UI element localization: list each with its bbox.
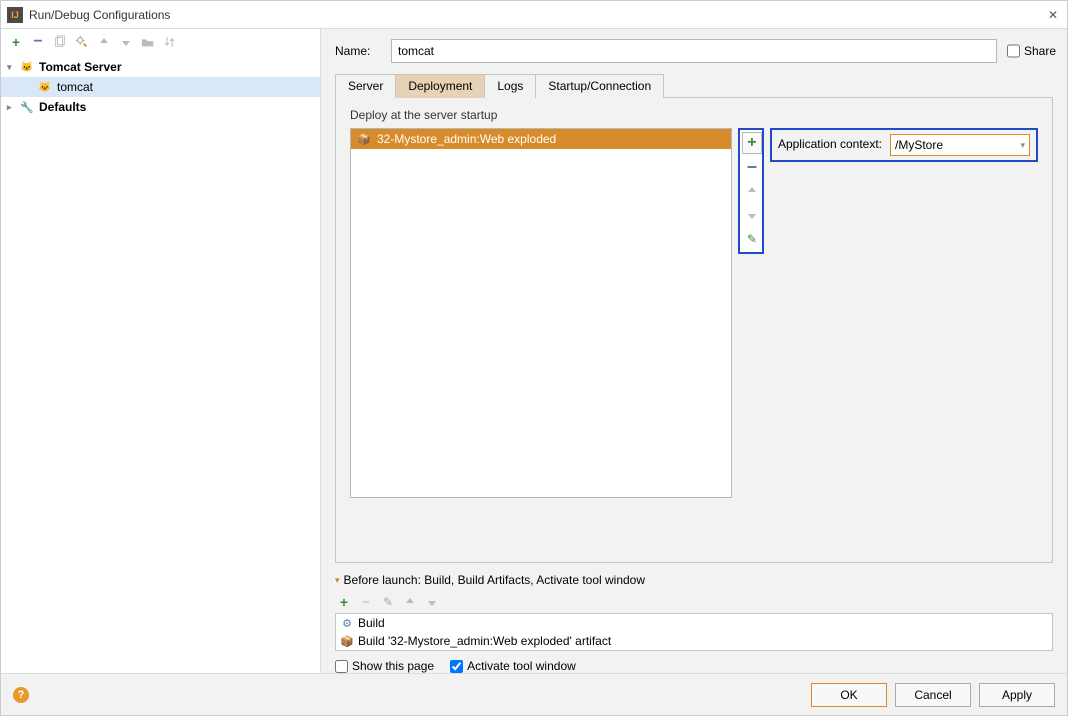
app-context-label: Application context: [778, 134, 882, 151]
bl-remove-icon[interactable]: − [357, 593, 375, 611]
show-page-checkbox[interactable]: Show this page [335, 659, 434, 673]
config-toolbar: + − [1, 29, 320, 55]
sort-icon[interactable] [161, 33, 179, 51]
tree-defaults[interactable]: ▸ Defaults [1, 97, 320, 117]
tomcat-icon [19, 62, 35, 73]
edit-artifact-icon[interactable]: ✎ [742, 228, 762, 250]
left-panel: + − ▾ Tomcat S [1, 29, 321, 673]
copy-icon[interactable] [51, 33, 69, 51]
wrench-icon [19, 101, 35, 114]
artifact-icon [357, 132, 371, 146]
options-row: Show this page Activate tool window [335, 659, 1053, 673]
share-label: Share [1024, 44, 1056, 58]
artifact-item[interactable]: 32-Mystore_admin:Web exploded [351, 129, 731, 149]
tree-defaults-label: Defaults [39, 100, 86, 114]
down-icon[interactable] [117, 33, 135, 51]
apply-button[interactable]: Apply [979, 683, 1055, 707]
artifact-down-icon[interactable] [742, 204, 762, 226]
app-context-box: Application context: /MyStore ▾ [770, 128, 1038, 162]
before-launch: ▾ Before launch: Build, Build Artifacts,… [335, 573, 1053, 673]
add-artifact-icon[interactable]: + [742, 132, 762, 154]
window-title: Run/Debug Configurations [29, 8, 1045, 22]
tab-logs[interactable]: Logs [484, 74, 536, 98]
cancel-button[interactable]: Cancel [895, 683, 971, 707]
name-input[interactable] [391, 39, 997, 63]
collapse-icon: ▸ [7, 102, 19, 113]
remove-config-icon[interactable]: − [29, 33, 47, 51]
activate-label: Activate tool window [467, 659, 576, 673]
app-context-select[interactable]: /MyStore ▾ [890, 134, 1030, 156]
expand-icon: ▾ [7, 62, 19, 73]
up-icon[interactable] [95, 33, 113, 51]
settings-icon[interactable] [73, 33, 91, 51]
chevron-down-icon: ▾ [1020, 140, 1025, 151]
ok-button[interactable]: OK [811, 683, 887, 707]
artifact-icon [340, 634, 354, 648]
main: + − ▾ Tomcat S [1, 29, 1067, 673]
activate-checkbox[interactable]: Activate tool window [450, 659, 576, 673]
name-label: Name: [335, 44, 381, 58]
list-item[interactable]: Build [336, 614, 1052, 632]
before-launch-toolbar: + − ✎ [335, 591, 1053, 613]
artifact-toolbar: + − ✎ [738, 128, 764, 254]
tree-tomcat-server[interactable]: ▾ Tomcat Server [1, 57, 320, 77]
deploy-row: 32-Mystore_admin:Web exploded + − ✎ Appl… [350, 128, 1038, 552]
tabs: Server Deployment Logs Startup/Connectio… [335, 73, 1053, 98]
tab-content: Deploy at the server startup 32-Mystore_… [335, 98, 1053, 563]
bottom-bar: ? OK Cancel Apply [1, 673, 1067, 715]
artifact-item-label: 32-Mystore_admin:Web exploded [377, 132, 556, 146]
before-launch-header[interactable]: ▾ Before launch: Build, Build Artifacts,… [335, 573, 1053, 587]
help-icon[interactable]: ? [13, 687, 29, 703]
share-checkbox-input[interactable] [1007, 44, 1020, 58]
artifact-up-icon[interactable] [742, 180, 762, 202]
before-launch-list: Build Build '32-Mystore_admin:Web explod… [335, 613, 1053, 651]
remove-artifact-icon[interactable]: − [742, 156, 762, 178]
bl-add-icon[interactable]: + [335, 593, 353, 611]
app-icon: IJ [7, 7, 23, 23]
show-page-label: Show this page [352, 659, 434, 673]
deploy-label: Deploy at the server startup [350, 108, 1038, 122]
tree-tomcat-label: Tomcat Server [39, 60, 121, 74]
show-page-input[interactable] [335, 660, 348, 673]
tree-tomcat-child[interactable]: tomcat [1, 77, 320, 97]
share-checkbox[interactable]: Share [1007, 44, 1053, 58]
name-row: Name: Share [335, 39, 1053, 63]
collapse-icon: ▾ [335, 575, 340, 586]
app-context-value: /MyStore [895, 138, 943, 152]
add-config-icon[interactable]: + [7, 33, 25, 51]
tomcat-icon [37, 82, 53, 93]
bl-item-label: Build '32-Mystore_admin:Web exploded' ar… [358, 634, 611, 648]
bl-edit-icon[interactable]: ✎ [379, 593, 397, 611]
config-tree: ▾ Tomcat Server tomcat ▸ Defaults [1, 55, 320, 673]
tab-startup[interactable]: Startup/Connection [535, 74, 664, 98]
tab-deployment[interactable]: Deployment [395, 74, 485, 98]
before-launch-label: Before launch: Build, Build Artifacts, A… [344, 573, 646, 587]
bl-down-icon[interactable] [423, 593, 441, 611]
folder-icon[interactable] [139, 33, 157, 51]
list-item[interactable]: Build '32-Mystore_admin:Web exploded' ar… [336, 632, 1052, 650]
activate-input[interactable] [450, 660, 463, 673]
close-icon[interactable]: ✕ [1045, 7, 1061, 23]
bl-item-label: Build [358, 616, 385, 630]
tree-tomcat-child-label: tomcat [57, 80, 93, 94]
tab-server[interactable]: Server [335, 74, 396, 98]
build-icon [340, 616, 354, 630]
right-panel: Name: Share Server Deployment Logs Start… [321, 29, 1067, 673]
bl-up-icon[interactable] [401, 593, 419, 611]
title-bar: IJ Run/Debug Configurations ✕ [1, 1, 1067, 29]
artifact-list[interactable]: 32-Mystore_admin:Web exploded [350, 128, 732, 498]
